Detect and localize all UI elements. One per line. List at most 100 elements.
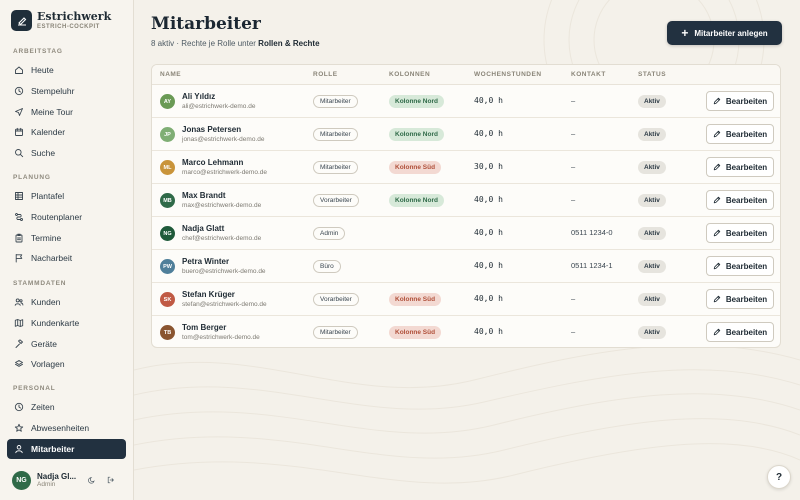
- sidebar-item-kunden[interactable]: Kunden: [7, 292, 126, 312]
- clock-icon: [14, 86, 24, 96]
- sidebar-item-meine-tour[interactable]: Meine Tour: [7, 102, 126, 122]
- edit-button[interactable]: Bearbeiten: [706, 322, 774, 342]
- pencil-icon: [713, 196, 726, 204]
- sidebar-item-kundenkarte[interactable]: Kundenkarte: [7, 313, 126, 333]
- calendar-icon: [14, 127, 24, 137]
- brand[interactable]: Estrichwerk ESTRICH-COCKPIT: [11, 10, 111, 31]
- table-row: TB Tom Berger tom@estrichwerk-demo.de Mitar…: [152, 316, 780, 347]
- edit-button[interactable]: Bearbeiten: [706, 289, 774, 309]
- send-icon: [14, 107, 24, 117]
- edit-button[interactable]: Bearbeiten: [706, 124, 774, 144]
- sidebar-item-mitarbeiter[interactable]: Mitarbeiter: [7, 438, 126, 459]
- sidebar-item-label: Routenplaner: [31, 211, 83, 222]
- sidebar-item-geräte[interactable]: Geräte: [7, 334, 126, 354]
- header-columns[interactable]: KOLONNEN: [389, 71, 430, 78]
- table-row: PW Petra Winter buero@estrichwerk-demo.de B…: [152, 250, 780, 283]
- employee-email: jonas@estrichwerk-demo.de: [182, 136, 265, 143]
- edit-button[interactable]: Bearbeiten: [706, 223, 774, 243]
- sidebar-item-label: Heute: [31, 65, 54, 75]
- table-body: AY Ali Yıldız ali@estrichwerk-demo.de Mitar…: [152, 85, 780, 347]
- table-header: NAME ROLLE KOLONNEN WOCHENSTUNDEN KONTAK…: [152, 65, 780, 85]
- add-employee-button[interactable]: + Mitarbeiter anlegen: [667, 21, 782, 45]
- sidebar-item-abwesenheiten[interactable]: Abwesenheiten: [7, 418, 126, 438]
- sidebar-item-nacharbeit[interactable]: Nacharbeit: [7, 248, 126, 268]
- map-icon: [14, 318, 24, 328]
- table-row: SK Stefan Krüger stefan@estrichwerk-demo.d…: [152, 283, 780, 316]
- sidebar-item-label: Zeiten: [31, 402, 55, 412]
- roles-link[interactable]: Rollen & Rechte: [258, 39, 319, 48]
- sidebar-item-label: Termine: [31, 232, 62, 243]
- header-contact[interactable]: KONTAKT: [571, 71, 606, 78]
- home-icon: [14, 65, 24, 75]
- route-icon: [14, 212, 24, 222]
- sidebar-item-label: Kundenkarte: [31, 317, 80, 328]
- user-avatar[interactable]: NG: [12, 470, 31, 490]
- employee-avatar: NG: [160, 226, 175, 241]
- role-badge: Büro: [313, 260, 341, 273]
- sidebar-item-vorlagen[interactable]: Vorlagen: [7, 354, 126, 374]
- edit-button[interactable]: Bearbeiten: [706, 190, 774, 210]
- employee-email: tom@estrichwerk-demo.de: [182, 334, 260, 341]
- sidebar-item-label: Meine Tour: [31, 106, 73, 117]
- column-badge: Kolonne Süd: [389, 161, 442, 174]
- sidebar-item-heute[interactable]: Heute: [7, 60, 126, 80]
- status-badge: Aktiv: [638, 128, 666, 141]
- sidebar-item-label: Abwesenheiten: [31, 422, 90, 433]
- employee-email: stefan@estrichwerk-demo.de: [182, 301, 267, 308]
- header-name[interactable]: NAME: [160, 71, 181, 78]
- employee-name: Ali Yıldız: [182, 92, 216, 101]
- role-badge: Mitarbeiter: [313, 161, 358, 174]
- role-badge: Mitarbeiter: [313, 128, 358, 141]
- sidebar-item-kalender[interactable]: Kalender: [7, 122, 126, 142]
- status-badge: Aktiv: [638, 194, 666, 207]
- employee-avatar: MB: [160, 193, 175, 208]
- table-row: JP Jonas Petersen jonas@estrichwerk-demo.d…: [152, 118, 780, 151]
- sidebar-item-label: Kunden: [31, 297, 61, 307]
- role-badge: Mitarbeiter: [313, 95, 358, 108]
- contact-value: 0511 1234-1: [571, 261, 613, 270]
- sidebar-item-zeiten[interactable]: Zeiten: [7, 397, 126, 417]
- logout-icon[interactable]: [104, 474, 117, 487]
- employee-email: buero@estrichwerk-demo.de: [182, 268, 266, 275]
- employee-avatar: AY: [160, 94, 175, 109]
- moon-icon[interactable]: [85, 474, 98, 487]
- employee-avatar: SK: [160, 292, 175, 307]
- edit-button[interactable]: Bearbeiten: [706, 157, 774, 177]
- edit-button-label: Bearbeiten: [725, 162, 768, 172]
- header-status[interactable]: STATUS: [638, 71, 666, 78]
- header-hours[interactable]: WOCHENSTUNDEN: [474, 71, 542, 78]
- help-button[interactable]: ?: [767, 465, 791, 489]
- column-badge: Kolonne Nord: [389, 194, 444, 207]
- sidebar-item-label: Nacharbeit: [31, 253, 73, 264]
- sidebar: Estrichwerk ESTRICH-COCKPIT ARBEITSTAG He…: [0, 0, 134, 500]
- app-root: Estrichwerk ESTRICH-COCKPIT ARBEITSTAG He…: [0, 0, 800, 500]
- sidebar-item-plantafel[interactable]: Plantafel: [7, 186, 126, 206]
- contact-value: –: [571, 294, 576, 303]
- sidebar-item-stempeluhr[interactable]: Stempeluhr: [7, 81, 126, 101]
- employee-email: max@estrichwerk-demo.de: [182, 202, 262, 209]
- hammer-icon: [14, 338, 24, 349]
- add-employee-label: Mitarbeiter anlegen: [694, 28, 768, 38]
- header-role[interactable]: ROLLE: [313, 71, 338, 78]
- user-name: Nadja Gl...: [37, 472, 77, 481]
- page-subtitle-text: 8 aktiv · Rechte je Rolle unter: [151, 39, 259, 48]
- status-badge: Aktiv: [638, 260, 666, 273]
- grid-icon: [14, 191, 24, 201]
- edit-button[interactable]: Bearbeiten: [706, 91, 774, 111]
- weekly-hours: 40,0 h: [474, 129, 503, 138]
- main-content: Mitarbeiter 8 aktiv · Rechte je Rolle un…: [134, 0, 800, 500]
- sidebar-item-label: Vorlagen: [31, 359, 65, 370]
- edit-button[interactable]: Bearbeiten: [706, 256, 774, 276]
- status-badge: Aktiv: [638, 326, 666, 339]
- user-icon: [14, 444, 24, 454]
- star-icon: [14, 423, 24, 433]
- contact-value: –: [571, 96, 576, 105]
- sidebar-item-suche[interactable]: Suche: [7, 143, 126, 163]
- sidebar-item-termine[interactable]: Termine: [7, 228, 126, 248]
- sidebar-item-routenplaner[interactable]: Routenplaner: [7, 207, 126, 227]
- user-role: Admin: [37, 481, 56, 488]
- table-row: AY Ali Yıldız ali@estrichwerk-demo.de Mitar…: [152, 85, 780, 118]
- contact-value: 0511 1234-0: [571, 228, 613, 237]
- employee-avatar: PW: [160, 259, 175, 274]
- pencil-icon: [713, 97, 726, 105]
